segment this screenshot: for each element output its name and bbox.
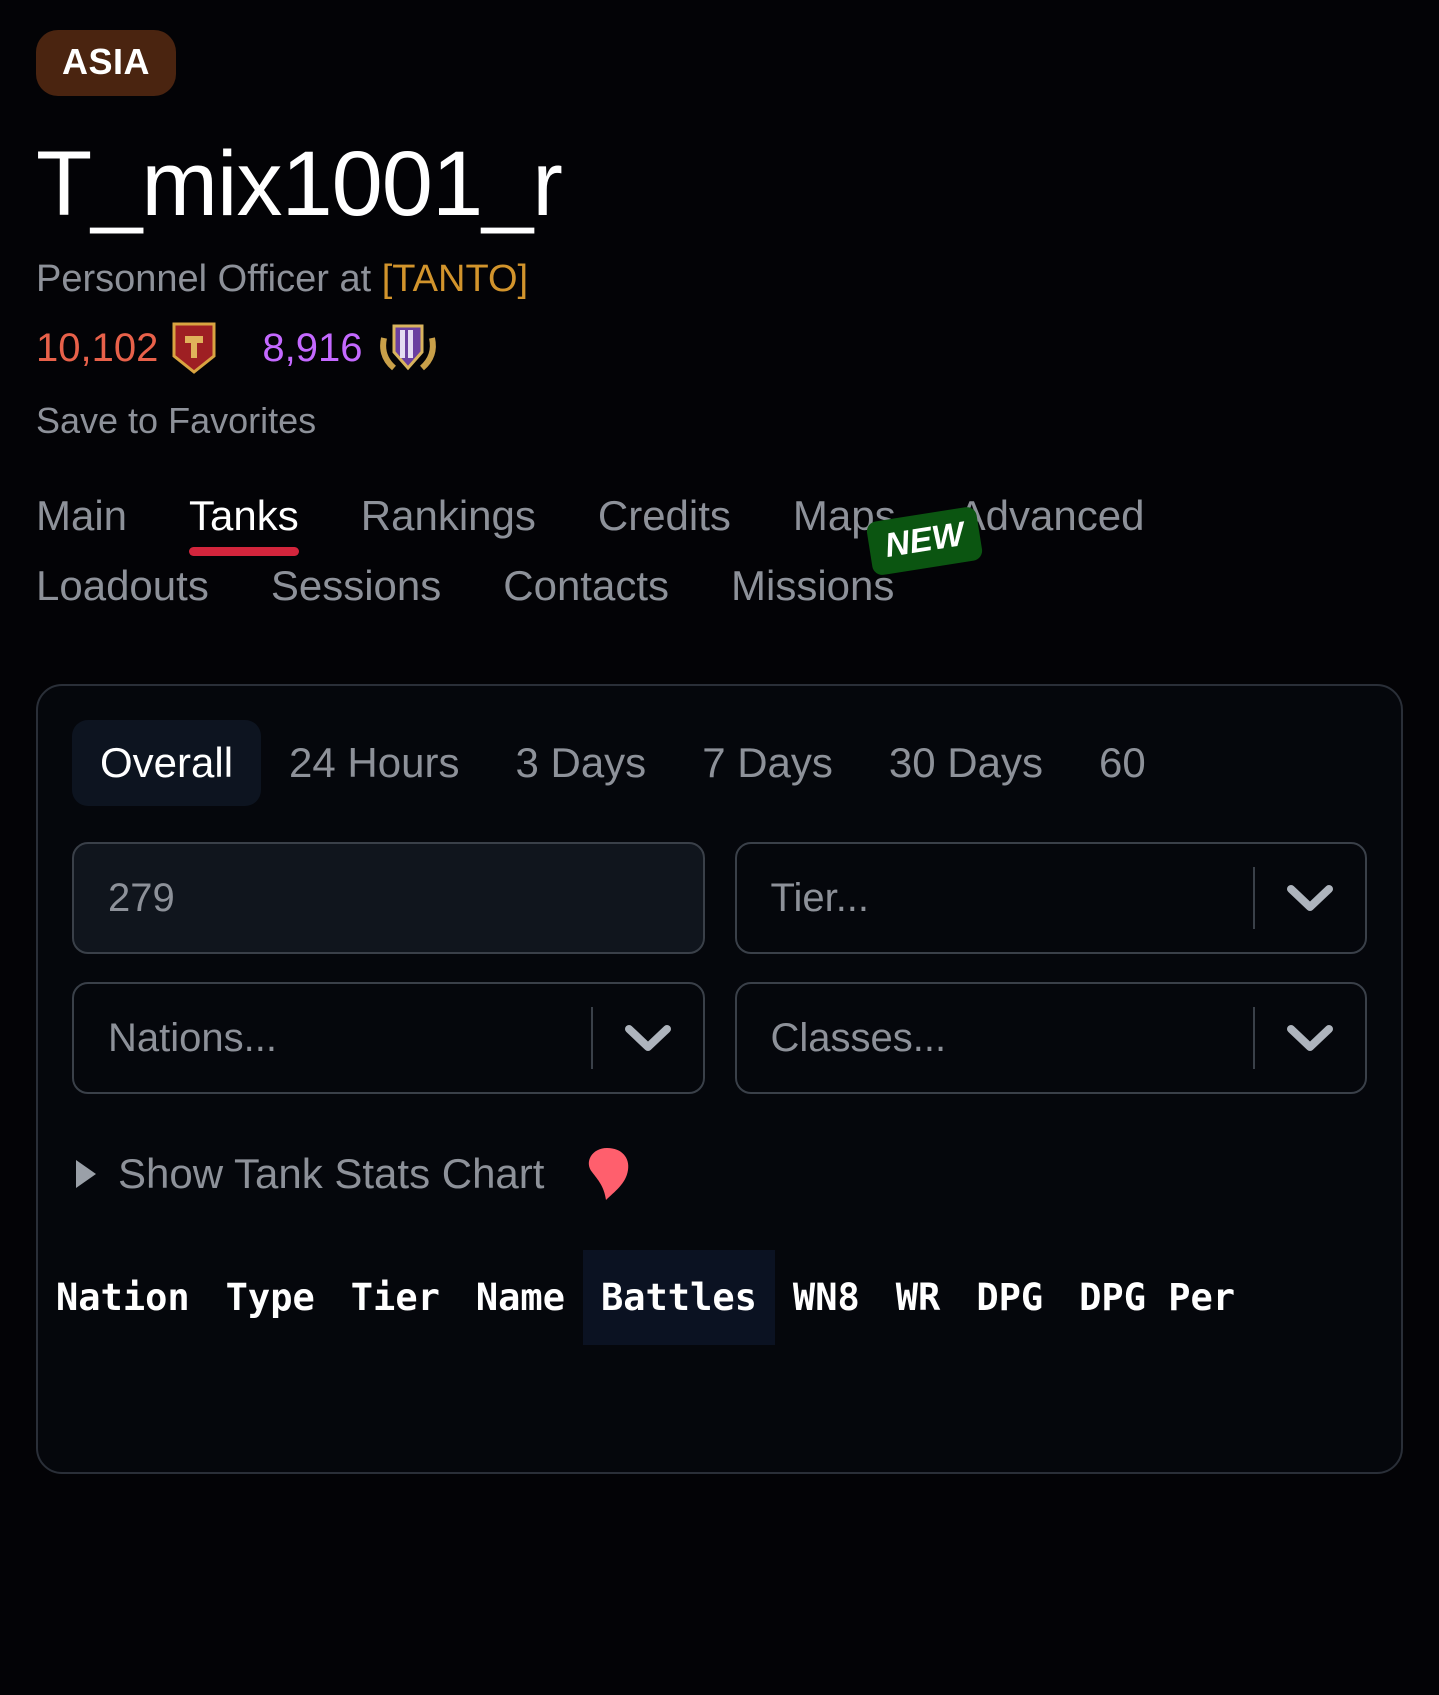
- tab-advanced[interactable]: Advanced: [958, 492, 1145, 556]
- nations-select-placeholder: Nations...: [108, 1015, 277, 1060]
- tanks-panel: Overall 24 Hours 3 Days 7 Days 30 Days 6…: [36, 684, 1403, 1475]
- region-badge: ASIA: [36, 30, 177, 96]
- wn8-badge-icon: [376, 322, 440, 374]
- nations-select[interactable]: Nations...: [72, 982, 705, 1095]
- battles-stat: 10,102: [36, 322, 216, 375]
- wn8-stat: 8,916: [262, 322, 440, 374]
- tab-loadouts[interactable]: Loadouts: [36, 562, 209, 626]
- tanks-table-header: Nation Type Tier Name Battles WN8 WR DPG…: [38, 1250, 1401, 1346]
- column-header-wr[interactable]: WR: [878, 1250, 959, 1345]
- clan-role-line: Personnel Officer at [TANTO]: [36, 257, 1439, 301]
- period-filter-tabs: Overall 24 Hours 3 Days 7 Days 30 Days 6…: [38, 686, 1401, 807]
- column-header-wn8[interactable]: WN8: [775, 1250, 878, 1345]
- period-24-hours[interactable]: 24 Hours: [261, 720, 487, 806]
- column-header-dpg-per[interactable]: DPG Per: [1061, 1250, 1253, 1345]
- tab-tanks[interactable]: Tanks: [189, 492, 299, 557]
- save-to-favorites-link[interactable]: Save to Favorites: [36, 400, 1439, 442]
- period-7-days[interactable]: 7 Days: [674, 720, 861, 806]
- chevron-down-icon[interactable]: [593, 1023, 703, 1053]
- column-header-tier[interactable]: Tier: [333, 1250, 458, 1345]
- column-header-type[interactable]: Type: [208, 1250, 333, 1345]
- tab-rankings[interactable]: Rankings: [361, 492, 536, 556]
- battles-value: 10,102: [36, 326, 159, 371]
- chevron-down-icon[interactable]: [1255, 883, 1365, 913]
- classes-select-placeholder: Classes...: [770, 1015, 947, 1060]
- show-tank-stats-chart-toggle[interactable]: Show Tank Stats Chart: [38, 1094, 1401, 1202]
- column-header-battles[interactable]: Battles: [582, 1250, 775, 1346]
- tank-search-input[interactable]: 279: [72, 842, 705, 955]
- period-overall[interactable]: Overall: [72, 720, 262, 807]
- player-profile-page: ASIA T_mix1001_r Personnel Officer at [T…: [0, 0, 1439, 1695]
- chevron-down-icon[interactable]: [1255, 1023, 1365, 1053]
- header-stats: 10,102 8,916: [36, 322, 1439, 375]
- caret-right-icon: [76, 1160, 96, 1189]
- period-30-days[interactable]: 30 Days: [861, 720, 1071, 806]
- tab-main[interactable]: Main: [36, 492, 127, 556]
- column-header-nation[interactable]: Nation: [38, 1250, 208, 1345]
- show-tank-stats-chart-label: Show Tank Stats Chart: [118, 1150, 545, 1198]
- profile-header: ASIA T_mix1001_r Personnel Officer at [T…: [0, 0, 1439, 442]
- tab-sessions[interactable]: Sessions: [271, 562, 441, 626]
- clan-tag-link[interactable]: [TANTO]: [382, 258, 528, 300]
- wot-shield-icon: [172, 322, 216, 375]
- page-title: T_mix1001_r: [36, 133, 563, 235]
- tab-contacts[interactable]: Contacts: [503, 562, 669, 626]
- tab-missions-wrap: Missions NEW: [731, 506, 984, 626]
- wn8-value: 8,916: [262, 326, 363, 371]
- filter-controls: 279 Tier... Nations... Classes...: [38, 806, 1401, 1095]
- column-header-dpg[interactable]: DPG: [958, 1250, 1061, 1345]
- tier-select[interactable]: Tier...: [734, 842, 1367, 955]
- tab-credits[interactable]: Credits: [598, 492, 731, 556]
- column-header-name[interactable]: Name: [458, 1250, 583, 1345]
- period-3-days[interactable]: 3 Days: [487, 720, 674, 806]
- profile-tabs: Main Tanks Rankings Credits Maps Advance…: [0, 492, 1340, 626]
- tank-search-value: 279: [108, 875, 175, 920]
- tier-select-placeholder: Tier...: [770, 875, 870, 920]
- clan-role-text: Personnel Officer at: [36, 257, 382, 300]
- period-60-days[interactable]: 60: [1071, 720, 1174, 806]
- classes-select[interactable]: Classes...: [734, 982, 1367, 1095]
- tab-missions[interactable]: Missions: [731, 562, 894, 626]
- chart-marker-icon: [582, 1146, 632, 1202]
